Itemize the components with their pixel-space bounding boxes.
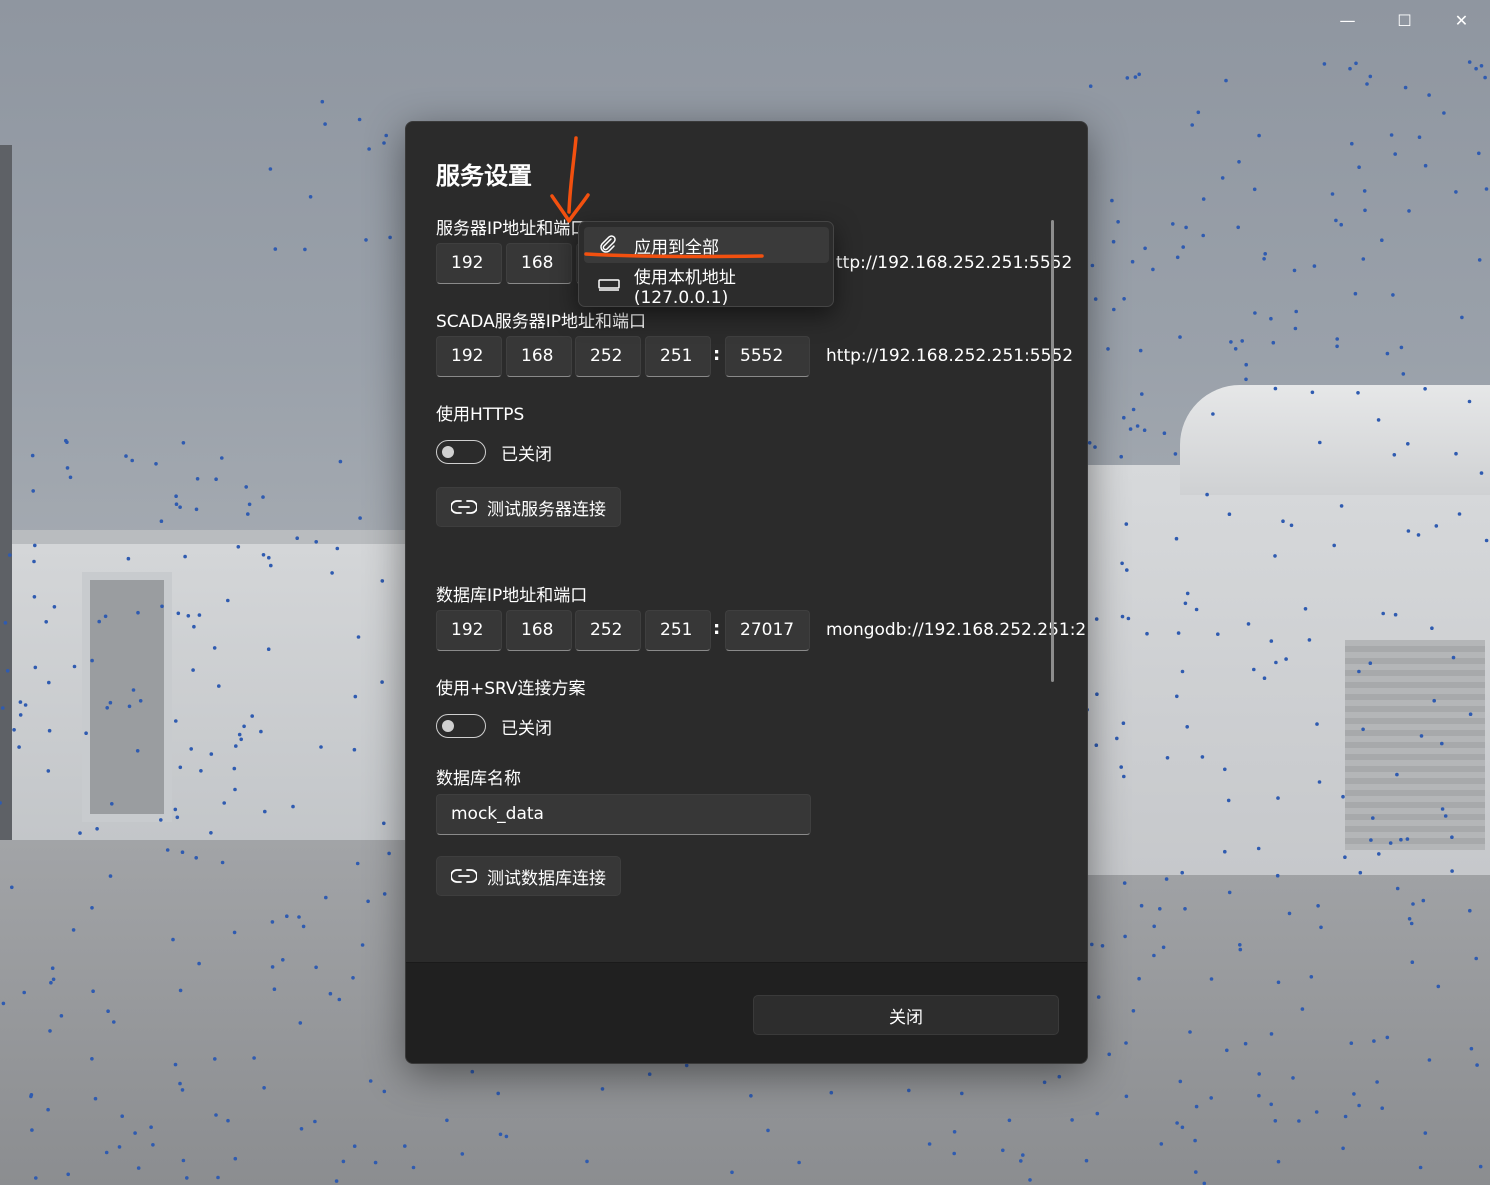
test-server-label: 测试服务器连接 xyxy=(487,499,606,520)
toggle-knob xyxy=(442,446,454,458)
paperclip-icon xyxy=(598,235,624,255)
database-name-input[interactable]: mock_data xyxy=(436,794,811,835)
close-icon: ✕ xyxy=(1454,10,1469,30)
https-label: 使用HTTPS xyxy=(436,405,525,425)
maximize-button[interactable]: ☐ xyxy=(1376,0,1433,40)
toggle-knob xyxy=(442,720,454,732)
close-button[interactable]: 关闭 xyxy=(753,995,1059,1035)
port-separator: : xyxy=(713,618,721,639)
background-building-right xyxy=(1085,385,1490,875)
background-door xyxy=(82,572,172,822)
minimize-button[interactable]: — xyxy=(1319,0,1376,40)
menu-item-use-local-address[interactable]: 使用本机地址(127.0.0.1) xyxy=(584,267,829,308)
dialog-title: 服务设置 xyxy=(436,162,532,190)
database-ip-octet-4[interactable]: 251 xyxy=(645,610,711,651)
scada-ip-octet-3[interactable]: 252 xyxy=(575,336,641,377)
link-icon xyxy=(451,868,477,884)
server-ip-label: 服务器IP地址和端口 xyxy=(436,219,588,239)
scada-ip-octet-1[interactable]: 192 xyxy=(436,336,502,377)
srv-toggle-state: 已关闭 xyxy=(501,718,552,739)
scada-url: http://192.168.252.251:5552 xyxy=(826,346,1074,366)
https-toggle-row: 已关闭 xyxy=(436,439,552,465)
background-roof xyxy=(1180,385,1490,495)
database-ip-octet-2[interactable]: 168 xyxy=(506,610,572,651)
srv-label: 使用+SRV连接方案 xyxy=(436,679,586,699)
scada-ip-octet-4[interactable]: 251 xyxy=(645,336,711,377)
database-ip-octet-3[interactable]: 252 xyxy=(575,610,641,651)
server-ip-octet-2[interactable]: 168 xyxy=(506,243,572,284)
scada-ip-octet-2[interactable]: 168 xyxy=(506,336,572,377)
minimize-icon: — xyxy=(1339,10,1356,30)
database-ip-octet-1[interactable]: 192 xyxy=(436,610,502,651)
server-ip-octet-1[interactable]: 192 xyxy=(436,243,502,284)
window-caption-buttons: — ☐ ✕ xyxy=(1319,0,1490,40)
vertical-scrollbar[interactable] xyxy=(1051,220,1054,682)
test-database-label: 测试数据库连接 xyxy=(487,868,606,889)
https-toggle-state: 已关闭 xyxy=(501,444,552,465)
scada-port-input[interactable]: 5552 xyxy=(725,336,810,377)
database-port-input[interactable]: 27017 xyxy=(725,610,810,651)
database-name-label: 数据库名称 xyxy=(436,769,521,789)
maximize-icon: ☐ xyxy=(1397,10,1412,30)
srv-toggle-row: 已关闭 xyxy=(436,713,552,739)
link-icon xyxy=(451,499,477,515)
menu-item-apply-to-all[interactable]: 应用到全部 xyxy=(584,227,829,263)
menu-item-label: 应用到全部 xyxy=(634,237,719,258)
database-ip-label: 数据库IP地址和端口 xyxy=(436,586,588,606)
test-database-connection-button[interactable]: 测试数据库连接 xyxy=(436,856,621,896)
menu-item-label: 使用本机地址(127.0.0.1) xyxy=(633,267,736,308)
database-url: mongodb://192.168.252.251:2 xyxy=(826,620,1087,640)
background-garage-door xyxy=(1345,640,1485,850)
context-menu: 应用到全部 使用本机地址(127.0.0.1) xyxy=(578,221,834,308)
close-window-button[interactable]: ✕ xyxy=(1433,0,1490,40)
dialog-footer: 关闭 xyxy=(406,962,1087,1063)
https-toggle[interactable] xyxy=(436,440,486,464)
scada-ip-label: SCADA服务器IP地址和端口 xyxy=(436,312,646,332)
local-computer-icon xyxy=(598,278,624,292)
test-server-connection-button[interactable]: 测试服务器连接 xyxy=(436,487,621,527)
port-separator: : xyxy=(713,344,721,365)
srv-toggle[interactable] xyxy=(436,714,486,738)
server-url: ttp://192.168.252.251:5552 xyxy=(836,253,1073,273)
